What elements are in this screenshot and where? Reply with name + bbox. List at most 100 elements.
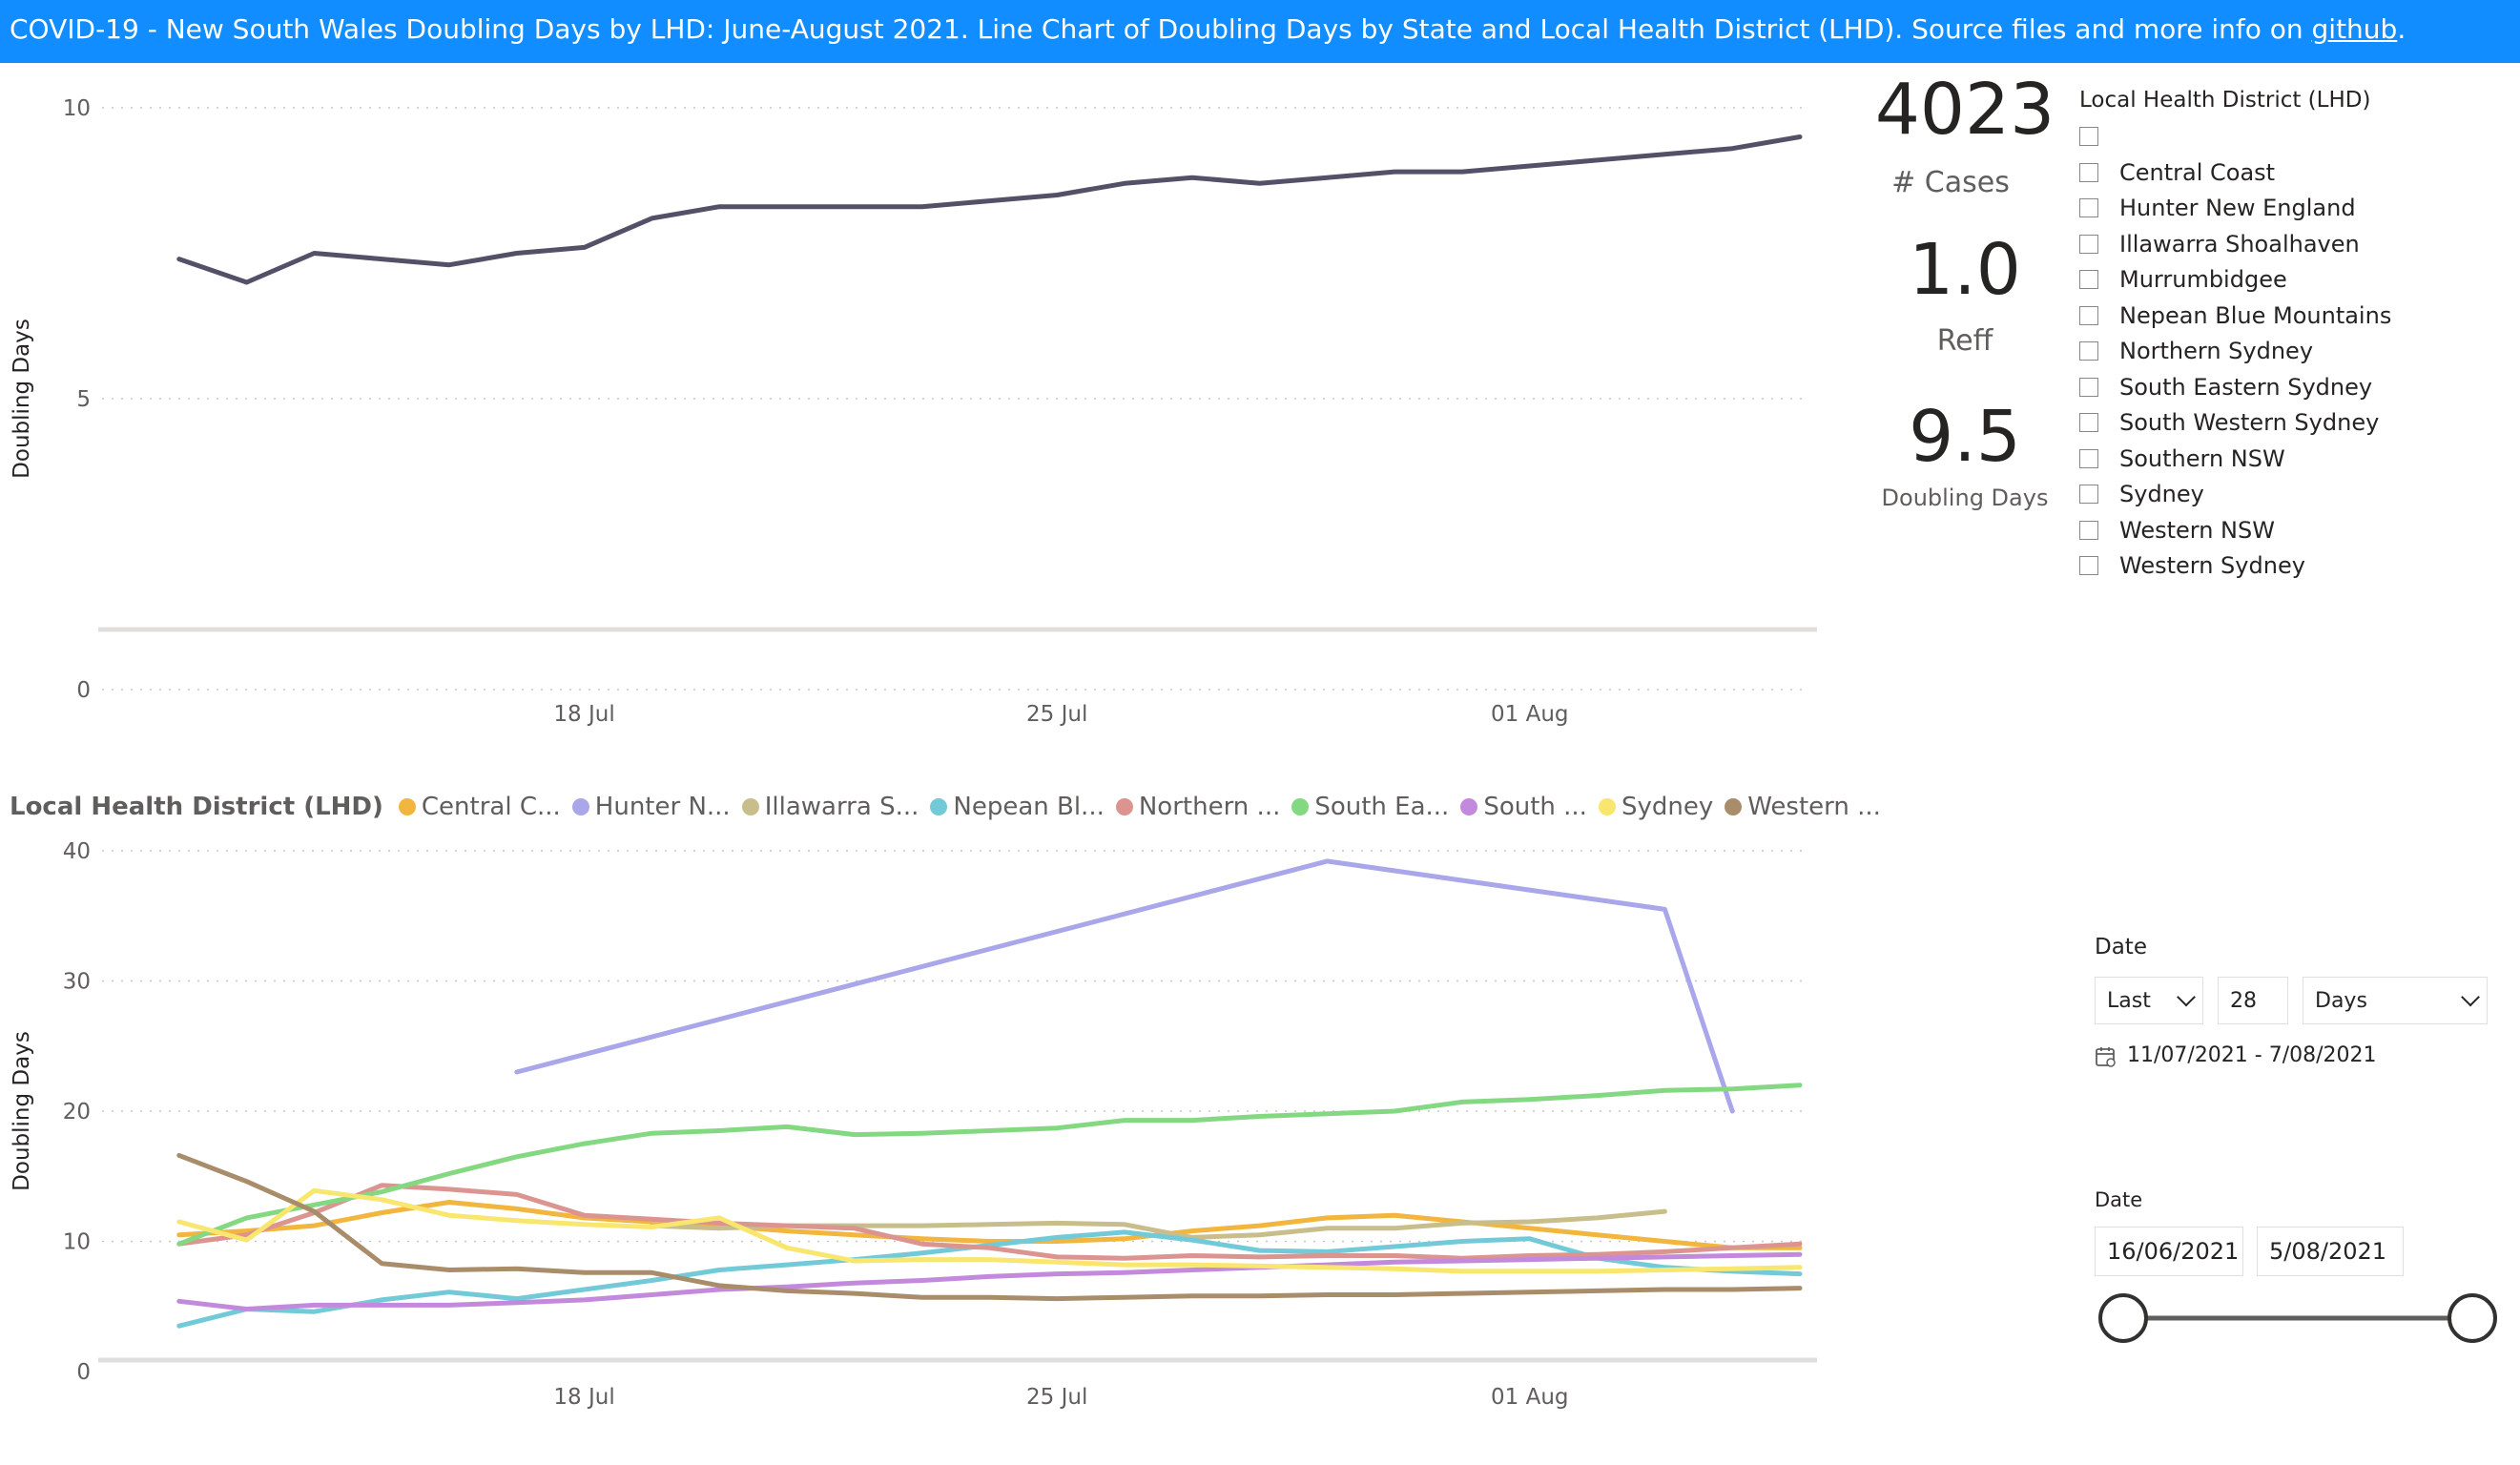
legend-label: Sydney xyxy=(1621,793,1714,821)
reff-value: 1.0 xyxy=(1909,229,2021,311)
y-tick-label: 30 xyxy=(63,970,91,995)
legend-item[interactable]: Western ... xyxy=(1725,793,1881,821)
doubling-days-value: 9.5 xyxy=(1909,396,2021,478)
doubling-days-label: Doubling Days xyxy=(1881,485,2049,511)
x-tick-label: 18 Jul xyxy=(553,702,614,727)
report-title-suffix: . xyxy=(2397,13,2406,45)
slider-end-handle[interactable] xyxy=(2448,1293,2497,1343)
checkbox[interactable] xyxy=(2079,341,2098,361)
x-tick-label: 18 Jul xyxy=(553,1385,614,1410)
report-title-text: COVID-19 - New South Wales Doubling Days… xyxy=(10,13,2312,45)
lhd-option[interactable]: Nepean Blue Mountains xyxy=(2079,299,2391,332)
end-date-input[interactable]: 5/08/2021 xyxy=(2257,1227,2404,1276)
lhd-option-label: South Western Sydney xyxy=(2119,409,2380,436)
checkbox[interactable] xyxy=(2079,270,2098,289)
lhd-option[interactable]: South Eastern Sydney xyxy=(2079,371,2372,403)
reff-label: Reff xyxy=(1936,324,1993,358)
start-date-input[interactable]: 16/06/2021 xyxy=(2095,1227,2243,1276)
lhd-option[interactable]: Illawarra Shoalhaven xyxy=(2079,228,2360,260)
lhd-slicer-title: Local Health District (LHD) xyxy=(2079,88,2371,113)
legend-item[interactable]: Northern ... xyxy=(1115,793,1281,821)
legend-title: Local Health District (LHD) xyxy=(10,793,383,821)
date-mode-value: Last xyxy=(2107,988,2151,1013)
date-range-slider[interactable] xyxy=(2095,1290,2501,1347)
lhd-option-label: Western Sydney xyxy=(2119,552,2305,579)
checkbox[interactable] xyxy=(2079,377,2098,397)
checkbox[interactable] xyxy=(2079,556,2098,575)
lhd-option[interactable]: Central Coast xyxy=(2079,156,2275,189)
legend-marker xyxy=(571,798,589,815)
github-link[interactable]: github xyxy=(2312,13,2398,45)
checkbox[interactable] xyxy=(2079,413,2098,432)
lhd-option-label: Western NSW xyxy=(2119,516,2275,544)
lhd-doubling-days-chart: Doubling Days 0 10 20 30 40 18 Jul 25 Jul 01 Aug xyxy=(10,839,1817,1410)
lhd-option[interactable]: Sydney xyxy=(2079,478,2204,510)
lhd-option[interactable]: Northern Sydney xyxy=(2079,335,2313,367)
legend-marker xyxy=(398,798,416,815)
y-tick-label: 10 xyxy=(63,96,91,121)
checkbox[interactable] xyxy=(2079,127,2098,146)
legend-marker xyxy=(741,798,759,815)
lhd-option[interactable]: Murrumbidgee xyxy=(2079,263,2287,296)
report-title-banner: COVID-19 - New South Wales Doubling Days… xyxy=(0,0,2520,63)
legend-label: Western ... xyxy=(1747,793,1881,821)
checkbox[interactable] xyxy=(2079,162,2098,182)
legend-label: South ... xyxy=(1483,793,1587,821)
checkbox[interactable] xyxy=(2079,448,2098,468)
lhd-option-label: Sydney xyxy=(2119,481,2204,507)
legend-marker xyxy=(930,798,948,815)
chevron-down-icon xyxy=(2461,987,2480,1007)
legend-marker xyxy=(1725,798,1743,815)
lhd-option[interactable]: Western Sydney xyxy=(2079,549,2305,582)
date-mode-dropdown[interactable]: Last xyxy=(2095,977,2203,1024)
lhd-option-label: Southern NSW xyxy=(2119,444,2285,472)
y-tick-label: 40 xyxy=(63,839,91,864)
legend-label: Northern ... xyxy=(1138,793,1281,821)
legend-item[interactable]: Nepean Bl... xyxy=(930,793,1105,821)
lhd-option[interactable]: Western NSW xyxy=(2079,514,2275,547)
checkbox[interactable] xyxy=(2079,198,2098,217)
lhd-option-label: Illawarra Shoalhaven xyxy=(2119,230,2360,258)
y-tick-label: 0 xyxy=(76,678,91,703)
lhd-option-label: Nepean Blue Mountains xyxy=(2119,301,2392,329)
lhd-option[interactable] xyxy=(2079,120,2119,153)
date-unit-dropdown[interactable]: Days xyxy=(2303,977,2488,1024)
lhd-option[interactable]: Hunter New England xyxy=(2079,192,2356,224)
checkbox[interactable] xyxy=(2079,520,2098,540)
x-tick-label: 01 Aug xyxy=(1491,1385,1569,1410)
series-line[interactable] xyxy=(176,1251,1803,1311)
y-tick-label: 20 xyxy=(63,1100,91,1125)
x-tick-label: 25 Jul xyxy=(1026,1385,1087,1410)
checkbox[interactable] xyxy=(2079,305,2098,325)
lhd-option[interactable]: Southern NSW xyxy=(2079,443,2285,475)
legend-item[interactable]: Sydney xyxy=(1598,793,1714,821)
x-tick-label: 25 Jul xyxy=(1026,702,1087,727)
legend-item[interactable]: Illawarra S... xyxy=(741,793,919,821)
legend-item[interactable]: Hunter N... xyxy=(571,793,731,821)
cases-value: 4023 xyxy=(1874,69,2055,151)
series-line[interactable] xyxy=(514,858,1735,1114)
legend-item[interactable]: South Ea... xyxy=(1291,793,1449,821)
legend-item[interactable]: South ... xyxy=(1460,793,1587,821)
end-date-value: 5/08/2021 xyxy=(2269,1238,2387,1265)
series-line[interactable] xyxy=(176,134,1803,285)
date-range-text: 11/07/2021 - 7/08/2021 xyxy=(2127,1043,2377,1067)
legend-marker xyxy=(1291,798,1310,815)
date-count-input[interactable]: 28 xyxy=(2218,977,2288,1024)
legend-item[interactable]: Central C... xyxy=(398,793,561,821)
checkbox[interactable] xyxy=(2079,234,2098,254)
legend-label: Illawarra S... xyxy=(764,793,919,821)
lhd-option-label: Northern Sydney xyxy=(2119,338,2314,364)
calendar-icon xyxy=(2096,1047,2116,1067)
x-tick-label: 01 Aug xyxy=(1491,702,1569,727)
lhd-option-label: Central Coast xyxy=(2119,158,2276,186)
lhd-option[interactable]: South Western Sydney xyxy=(2079,406,2379,439)
lhd-option-label: Murrumbidgee xyxy=(2119,266,2287,293)
legend-label: South Ea... xyxy=(1314,793,1450,821)
slider-start-handle[interactable] xyxy=(2098,1293,2148,1343)
checkbox[interactable] xyxy=(2079,485,2098,504)
date-range-title: Date xyxy=(2095,1188,2143,1211)
y-tick-label: 0 xyxy=(76,1360,91,1385)
chevron-down-icon xyxy=(2177,987,2196,1007)
legend-marker xyxy=(1460,798,1478,815)
